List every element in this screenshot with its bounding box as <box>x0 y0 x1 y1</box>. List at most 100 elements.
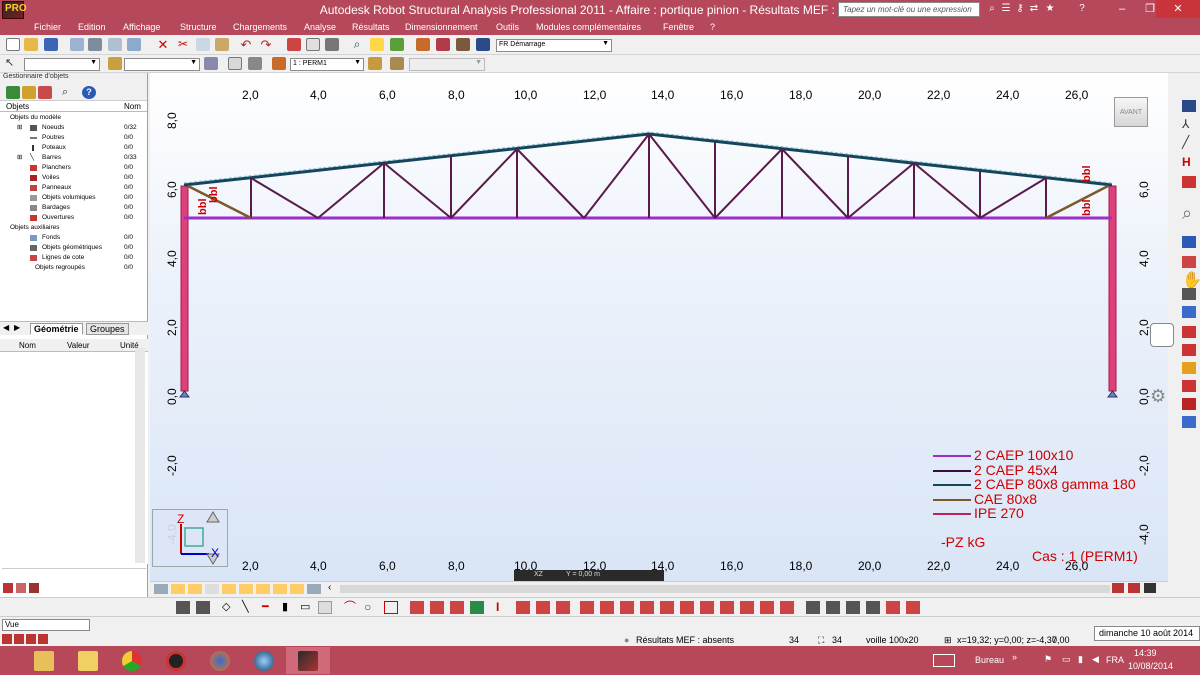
model-icon[interactable] <box>1182 100 1196 112</box>
firefox-button[interactable] <box>198 647 242 674</box>
undo-icon[interactable]: ↶ <box>239 38 253 51</box>
view-icon[interactable] <box>228 57 242 70</box>
panel-icon[interactable] <box>1182 380 1196 392</box>
draw-arc-icon[interactable]: ⌒ <box>344 601 358 614</box>
selection-combo[interactable]: ▼ <box>24 58 100 71</box>
cut-icon[interactable]: ✂ <box>176 38 190 51</box>
status-tool-icon[interactable] <box>14 634 24 644</box>
battery-icon[interactable]: ▭ <box>1062 654 1071 665</box>
load-tool-icon[interactable] <box>760 601 774 614</box>
view-tool-icon[interactable] <box>307 584 321 594</box>
left-support-icon[interactable] <box>179 390 190 398</box>
line-icon[interactable]: ╱ <box>1182 136 1196 148</box>
help-icon[interactable]: ? <box>82 86 96 99</box>
draw-rectangle-icon[interactable] <box>384 601 398 614</box>
menu-modules[interactable]: Modules complémentaires <box>536 22 641 32</box>
edit-tool-icon[interactable] <box>556 601 570 614</box>
view-manager-icon[interactable] <box>1182 416 1196 428</box>
section-tool-icon[interactable]: I <box>496 601 510 614</box>
zoom-icon[interactable]: ⌕ <box>1182 204 1196 222</box>
desktop-toolbar-label[interactable]: Bureau <box>975 655 1004 665</box>
scroll-tool-icon[interactable] <box>1112 583 1124 593</box>
mode-combo[interactable]: ▼ <box>409 58 485 71</box>
horizontal-scrollbar[interactable] <box>340 585 1110 593</box>
load-tool-icon[interactable] <box>660 601 674 614</box>
copy-icon[interactable] <box>196 38 210 51</box>
calculator-icon[interactable] <box>306 38 320 51</box>
settings-gear-icon[interactable]: ⚙ <box>1150 387 1168 405</box>
edit-tool-icon[interactable] <box>516 601 530 614</box>
tree-item[interactable]: Objets volumiques 0/0 <box>0 193 147 203</box>
snap-tool-icon[interactable] <box>176 601 190 614</box>
structure-view[interactable]: bbl bbl bbl bbl 2,0 4,0 6,0 8,0 10,0 12,… <box>150 73 1168 581</box>
table-tool-icon[interactable] <box>846 601 860 614</box>
pan-icon[interactable]: ✋ <box>1182 273 1200 289</box>
panel-tool-icon[interactable] <box>16 583 26 593</box>
viewcube-avant[interactable]: AVANT <box>1114 97 1148 127</box>
load-case-icon[interactable] <box>272 57 286 70</box>
paste-icon[interactable] <box>215 38 229 51</box>
status-tool-icon[interactable] <box>38 634 48 644</box>
help-search-input[interactable]: Tapez un mot-clé ou une expression <box>838 2 980 17</box>
table-icon[interactable] <box>1182 306 1196 318</box>
edit-tool-icon[interactable] <box>430 601 444 614</box>
delete-icon[interactable]: ✕ <box>156 38 170 51</box>
viewcube-face-icon[interactable] <box>1150 323 1174 347</box>
view-tool-icon[interactable] <box>205 584 219 594</box>
table-tool-icon[interactable] <box>906 601 920 614</box>
load-tool-icon[interactable] <box>680 601 694 614</box>
tables-icon[interactable] <box>287 38 301 51</box>
plane-indicator[interactable]: XZ Y = 0,00 m <box>514 570 664 581</box>
load-tool-icon[interactable] <box>620 601 634 614</box>
table-tool-icon[interactable] <box>806 601 820 614</box>
chevron-icon[interactable]: » <box>1012 652 1017 662</box>
load-tool-icon[interactable] <box>600 601 614 614</box>
view-tool-icon[interactable] <box>273 584 287 594</box>
panel-resize-bar[interactable] <box>2 568 146 580</box>
report-icon[interactable] <box>127 38 141 51</box>
right-support-icon[interactable] <box>1107 390 1118 398</box>
notes-button[interactable] <box>66 647 110 674</box>
menu-help[interactable]: ? <box>710 22 715 32</box>
solid-icon[interactable] <box>1182 398 1196 410</box>
tree-item[interactable]: ⊞ Noeuds 0/32 <box>0 123 147 133</box>
status-tool-icon[interactable] <box>2 634 12 644</box>
subscription-icon[interactable]: ☰ <box>1000 3 1012 15</box>
view-tool-icon[interactable] <box>171 584 185 594</box>
tree-item[interactable]: Poteaux 0/0 <box>0 143 147 153</box>
zoom-window-icon[interactable] <box>370 38 384 51</box>
load-case-selector[interactable]: 1 : PERM1 ▼ <box>290 58 364 71</box>
flag-icon[interactable]: ⚑ <box>1044 654 1052 665</box>
view-tool-icon[interactable] <box>290 584 304 594</box>
lock-icon[interactable] <box>325 38 339 51</box>
structure-model-icon[interactable] <box>416 38 430 51</box>
axis-triad[interactable]: Z X <box>152 509 228 567</box>
view-input[interactable]: Vue <box>2 619 90 631</box>
view-tool-icon[interactable] <box>154 584 168 594</box>
tree-item[interactable]: Fonds 0/0 <box>0 233 147 243</box>
view-tool-icon[interactable] <box>188 584 202 594</box>
clear-filter-icon[interactable] <box>38 86 52 99</box>
select-objects-icon[interactable] <box>6 86 20 99</box>
tree-item[interactable]: ⊞ ╲ Barres 0/33 <box>0 153 147 163</box>
redo-icon[interactable]: ↷ <box>259 38 273 51</box>
menu-edition[interactable]: Edition <box>78 22 106 32</box>
bar-selection-icon[interactable] <box>108 57 122 70</box>
network-icon[interactable]: ▮ <box>1078 654 1083 665</box>
modes-icon[interactable] <box>390 57 404 70</box>
filter-objects-icon[interactable] <box>22 86 36 99</box>
tree-item[interactable]: Bardages 0/0 <box>0 203 147 213</box>
tree-item[interactable]: Objets du modèle <box>0 113 147 123</box>
table-tool-icon[interactable] <box>826 601 840 614</box>
tab-groupes[interactable]: Groupes <box>86 323 129 335</box>
menu-affichage[interactable]: Affichage <box>123 22 160 32</box>
bar-icon[interactable]: ⅄ <box>1182 118 1196 130</box>
view-tool-icon[interactable] <box>239 584 253 594</box>
load-tool-icon[interactable] <box>720 601 734 614</box>
layout-selector[interactable]: FR Démarrage ▼ <box>496 39 612 52</box>
tree-item[interactable]: Objets géométriques 0/0 <box>0 243 147 253</box>
menu-dimensionnement[interactable]: Dimensionnement <box>405 22 478 32</box>
tree-item[interactable]: Planchers 0/0 <box>0 163 147 173</box>
panel-tool-icon[interactable] <box>29 583 39 593</box>
load-tool-icon[interactable] <box>740 601 754 614</box>
